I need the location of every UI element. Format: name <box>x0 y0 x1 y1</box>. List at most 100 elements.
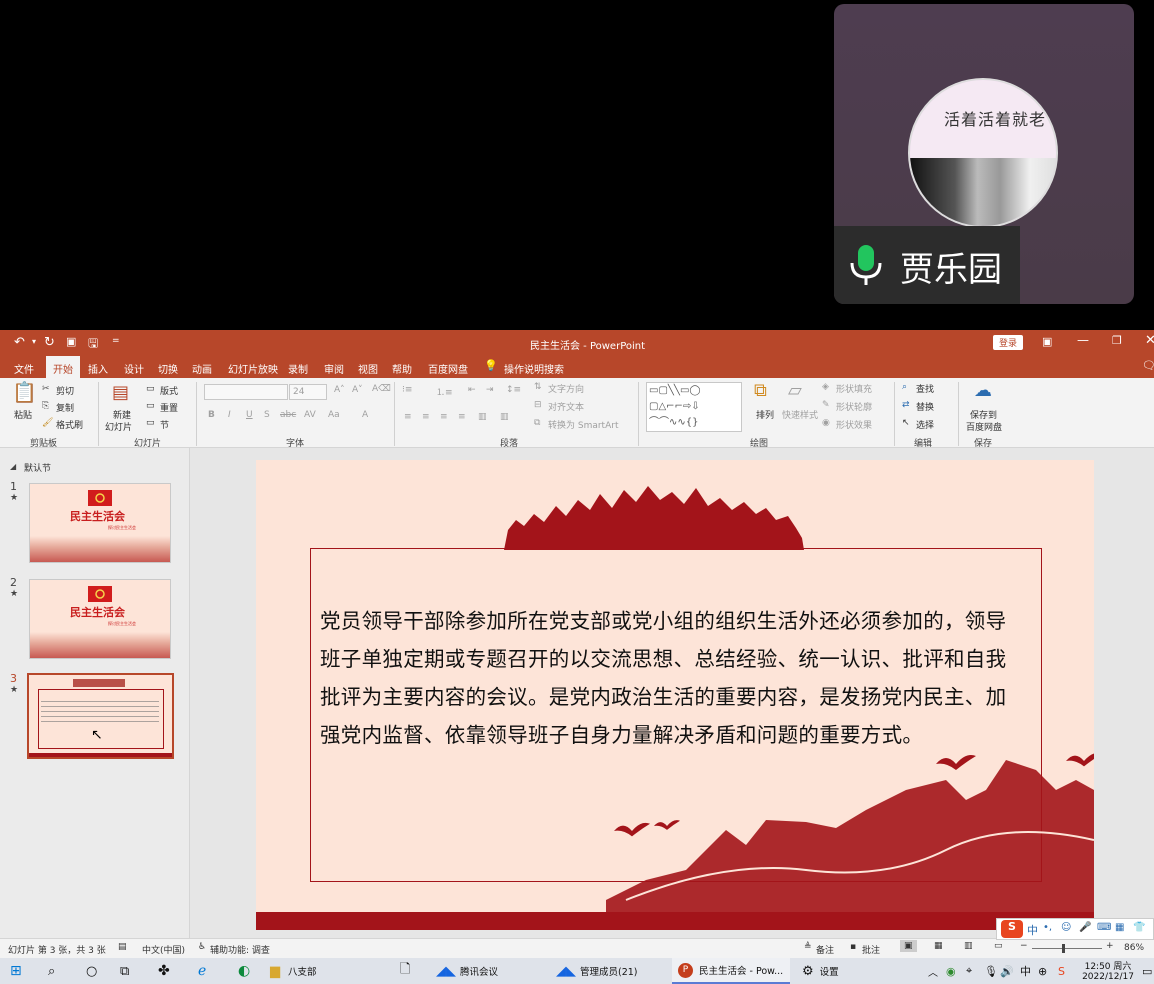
shrink-font-icon[interactable]: A˅ <box>352 385 363 395</box>
voice-icon[interactable]: 🎤 <box>1079 922 1091 933</box>
tab-file[interactable]: 文件 <box>14 361 34 376</box>
pinwheel-app-icon[interactable]: ✤ <box>158 958 170 984</box>
underline-icon[interactable]: U <box>246 410 253 420</box>
slideshow-view-icon[interactable]: ▭ <box>994 941 1003 951</box>
close-icon[interactable]: ✕ <box>1145 333 1154 348</box>
slide-sorter-icon[interactable]: ▦ <box>934 941 943 951</box>
text-direction-button[interactable]: 文字方向 <box>548 382 584 395</box>
current-slide[interactable]: 党员领导干部除参加所在党支部或党小组的组织生活外还必须参加的，领导班子单独定期或… <box>256 460 1094 930</box>
microphone-tray-icon[interactable]: 🎙 <box>984 958 998 984</box>
replace-button[interactable]: 替换 <box>916 400 934 413</box>
minimize-icon[interactable]: — <box>1077 333 1089 347</box>
slide-thumbnail-1[interactable]: 民主生活会 探讨民主生活会 <box>29 483 171 563</box>
slide-thumbnail-2[interactable]: 民主生活会 探讨民主生活会 <box>29 579 171 659</box>
network-icon[interactable]: ⊕ <box>1038 958 1047 984</box>
tab-design[interactable]: 设计 <box>124 361 144 376</box>
section-name[interactable]: 默认节 <box>24 461 51 474</box>
ribbon-display-options-icon[interactable]: ▣ <box>1042 335 1052 348</box>
columns-icon[interactable]: ▥ <box>500 412 509 422</box>
notification-center-icon[interactable]: ▭ <box>1142 958 1152 984</box>
numbering-icon[interactable]: ⒈≡ <box>436 385 453 398</box>
zoom-slider-thumb[interactable] <box>1062 944 1065 953</box>
notes-button[interactable]: 备注 <box>816 943 834 956</box>
shadow-icon[interactable]: S <box>264 410 270 420</box>
align-left-icon[interactable]: ≡ <box>404 412 412 422</box>
reading-view-icon[interactable]: ▥ <box>964 941 973 951</box>
decrease-indent-icon[interactable]: ⇤ <box>468 385 476 395</box>
arrange-button[interactable]: 排列 <box>756 408 774 421</box>
tab-insert[interactable]: 插入 <box>88 361 108 376</box>
tab-help[interactable]: 帮助 <box>392 361 412 376</box>
sogou-tray-icon[interactable]: S <box>1058 958 1065 984</box>
convert-smartart-button[interactable]: 转换为 SmartArt <box>548 418 618 431</box>
tab-slideshow[interactable]: 幻灯片放映 <box>228 361 278 376</box>
accessibility-status[interactable]: 辅助功能: 调查 <box>210 943 270 956</box>
slide-body-text[interactable]: 党员领导干部除参加所在党支部或党小组的组织生活外还必须参加的，领导班子单独定期或… <box>320 602 1020 754</box>
volume-icon[interactable]: 🔊 <box>1000 958 1014 984</box>
font-name-dropdown[interactable] <box>204 384 288 400</box>
tab-review[interactable]: 审阅 <box>324 361 344 376</box>
layout-button[interactable]: 版式 <box>160 384 178 397</box>
edge-browser-icon[interactable]: ◐ <box>238 958 250 984</box>
justify-icon[interactable]: ≡ <box>458 412 466 422</box>
undo-dropdown-icon[interactable]: ▾ <box>32 337 36 346</box>
comments-button[interactable]: 批注 <box>862 943 880 956</box>
tray-app-icon[interactable]: ◉ <box>946 958 956 984</box>
sogou-ime-toolbar[interactable]: S 中 •, ☺ 🎤 ⌨ ▦ 👕 <box>996 918 1154 940</box>
search-icon[interactable]: ⌕ <box>48 958 55 984</box>
task-view-icon[interactable]: ⧉ <box>120 958 129 984</box>
skin-icon[interactable]: 👕 <box>1133 922 1145 933</box>
zoom-slider[interactable] <box>1032 948 1102 949</box>
clock[interactable]: 12:50 周六 2022/12/17 <box>1080 959 1136 982</box>
customize-toolbar-icon[interactable]: = <box>112 336 120 346</box>
bullets-icon[interactable]: ⁝≡ <box>402 385 412 395</box>
shapes-gallery[interactable]: ▭▢╲╲▭◯ ▢△⌐⌐⇨⇩ ⌒⌒∿∿{} <box>646 382 742 432</box>
language-indicator[interactable]: 中文(中国) <box>142 943 185 956</box>
copy-button[interactable]: 复制 <box>56 401 74 414</box>
ime-tray-icon[interactable]: 中 <box>1020 958 1031 984</box>
tell-me-search[interactable]: 操作说明搜索 <box>504 361 564 376</box>
login-button[interactable]: 登录 <box>993 335 1024 350</box>
keyboard-icon[interactable]: ⌨ <box>1097 922 1111 933</box>
cut-button[interactable]: 剪切 <box>56 384 74 397</box>
punctuation-icon[interactable]: •, <box>1043 922 1052 933</box>
emoji-icon[interactable]: ☺ <box>1061 922 1071 933</box>
taskbar-item-tencent-meeting[interactable]: ◢◣ 腾讯会议 <box>436 958 498 984</box>
slide-thumbnail-3-selected[interactable]: ↖ <box>27 673 174 759</box>
tab-home[interactable]: 开始 <box>46 356 80 378</box>
clear-formatting-icon[interactable]: A⌫ <box>372 384 391 394</box>
change-case-icon[interactable]: Aa <box>328 410 340 420</box>
strikethrough-icon[interactable]: abc <box>280 410 296 420</box>
shape-outline-button[interactable]: 形状轮廓 <box>836 400 872 413</box>
align-text-button[interactable]: 对齐文本 <box>548 400 584 413</box>
save-icon[interactable]: 🖫 <box>88 334 98 355</box>
line-spacing-icon[interactable]: ↕≡ <box>506 385 521 395</box>
find-button[interactable]: 查找 <box>916 382 934 395</box>
taskbar-item-manage-members[interactable]: ◢◣ 管理成员(21) <box>556 958 638 984</box>
ime-mode[interactable]: 中 <box>1027 922 1038 938</box>
taskbar-item-powerpoint[interactable]: P 民主生活会 - Pow... <box>672 958 790 984</box>
paste-button[interactable]: 粘贴 <box>14 408 32 421</box>
paste-icon[interactable]: 📋 <box>12 380 37 404</box>
font-color-icon[interactable]: A <box>362 410 368 420</box>
italic-icon[interactable]: I <box>228 410 231 420</box>
tab-record[interactable]: 录制 <box>288 361 308 376</box>
taskbar-item-settings[interactable]: ⚙ 设置 <box>802 958 839 984</box>
tab-view[interactable]: 视图 <box>358 361 378 376</box>
ie-browser-icon[interactable]: ℯ <box>198 958 206 984</box>
shape-effects-button[interactable]: 形状效果 <box>836 418 872 431</box>
align-center-icon[interactable]: ≡ <box>422 412 430 422</box>
tab-transitions[interactable]: 切换 <box>158 361 178 376</box>
tray-app-icon-2[interactable]: ⌖ <box>966 958 972 984</box>
sogou-logo-icon[interactable]: S <box>1001 920 1023 938</box>
shape-fill-button[interactable]: 形状填充 <box>836 382 872 395</box>
comments-icon[interactable]: 🗨 <box>1142 359 1154 372</box>
windows-start-icon[interactable]: ⊞ <box>10 958 22 984</box>
bold-icon[interactable]: B <box>208 410 215 420</box>
reset-button[interactable]: 重置 <box>160 401 178 414</box>
start-from-beginning-icon[interactable]: ▣ <box>66 335 76 348</box>
character-spacing-icon[interactable]: AV <box>304 410 316 420</box>
document-icon[interactable]: 🗋 <box>400 958 410 984</box>
restore-icon[interactable]: ❐ <box>1112 334 1122 347</box>
zoom-out-icon[interactable]: − <box>1020 941 1028 951</box>
